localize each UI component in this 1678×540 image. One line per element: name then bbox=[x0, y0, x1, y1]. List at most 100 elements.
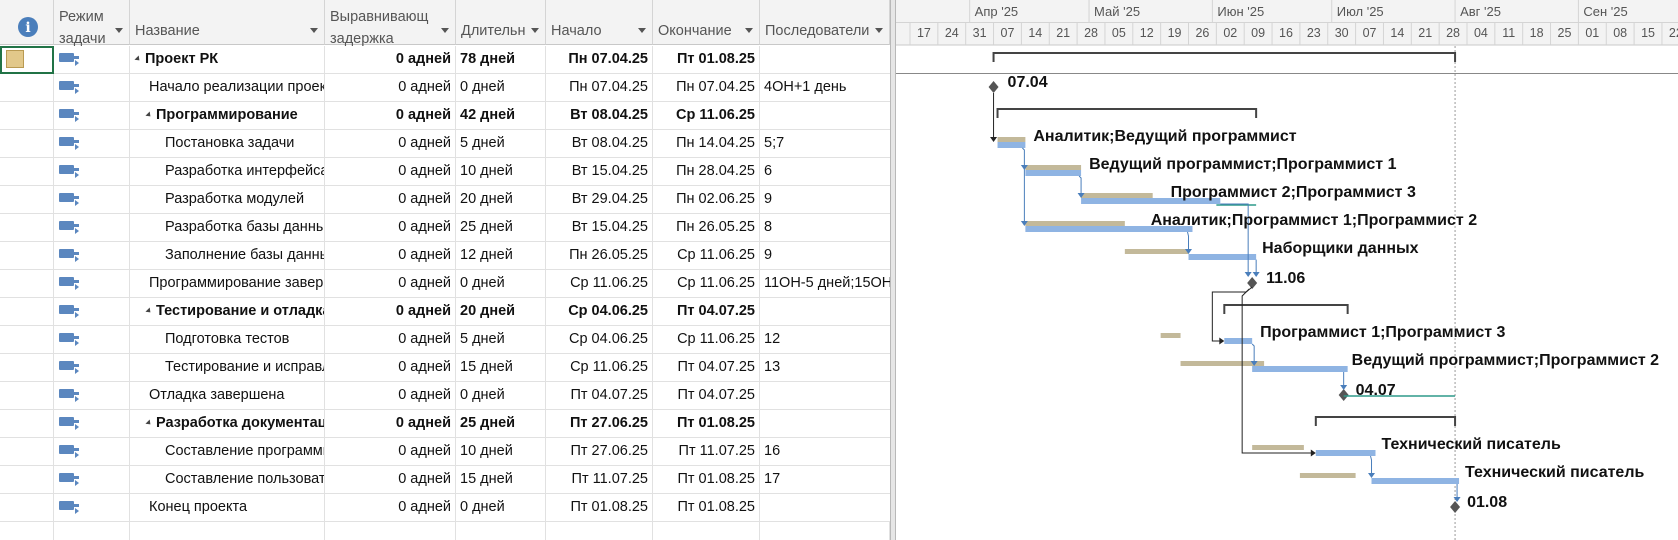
table-row[interactable]: Подготовка тестов 0 адней 5 дней Ср 04.06.2… bbox=[0, 326, 890, 354]
task-duration-cell[interactable]: 78 дней bbox=[456, 46, 546, 74]
task-leveling-cell[interactable]: 0 адней bbox=[325, 466, 456, 494]
task-mode-cell[interactable] bbox=[54, 242, 130, 270]
task-leveling-cell[interactable]: 0 адней bbox=[325, 158, 456, 186]
collapse-triangle-icon[interactable] bbox=[145, 419, 153, 427]
task-duration-cell[interactable]: 10 дней bbox=[456, 158, 546, 186]
task-start-cell[interactable]: Пн 26.05.25 bbox=[546, 242, 653, 270]
task-duration-cell[interactable]: 0 дней bbox=[456, 494, 546, 522]
task-successors-cell[interactable] bbox=[760, 102, 890, 130]
row-indicator-cell[interactable] bbox=[0, 438, 54, 466]
task-name-cell[interactable]: Разработка модулей bbox=[130, 186, 325, 214]
row-indicator-cell[interactable] bbox=[0, 186, 54, 214]
empty-cell[interactable] bbox=[0, 522, 54, 540]
task-successors-cell[interactable] bbox=[760, 46, 890, 74]
task-successors-cell[interactable] bbox=[760, 382, 890, 410]
task-finish-cell[interactable]: Ср 11.06.25 bbox=[653, 326, 760, 354]
task-mode-cell[interactable] bbox=[54, 130, 130, 158]
task-name-cell[interactable]: Начало реализации проекта bbox=[130, 74, 325, 102]
task-start-cell[interactable]: Вт 08.04.25 bbox=[546, 102, 653, 130]
task-start-cell[interactable]: Пн 07.04.25 bbox=[546, 46, 653, 74]
table-row[interactable]: Отладка завершена 0 адней 0 дней Пт 04.07.2… bbox=[0, 382, 890, 410]
task-successors-cell[interactable] bbox=[760, 298, 890, 326]
empty-cell[interactable] bbox=[760, 522, 890, 540]
task-start-cell[interactable]: Пт 01.08.25 bbox=[546, 494, 653, 522]
empty-cell[interactable] bbox=[130, 522, 325, 540]
task-finish-cell[interactable]: Пн 07.04.25 bbox=[653, 74, 760, 102]
task-mode-cell[interactable] bbox=[54, 326, 130, 354]
task-name-cell[interactable]: Тестирование и исправление bbox=[130, 354, 325, 382]
table-row[interactable]: Разработка модулей 0 адней 20 дней Вт 29.04… bbox=[0, 186, 890, 214]
task-duration-cell[interactable]: 0 дней bbox=[456, 382, 546, 410]
task-mode-cell[interactable] bbox=[54, 382, 130, 410]
task-bar[interactable] bbox=[1315, 450, 1376, 456]
task-finish-cell[interactable]: Пт 11.07.25 bbox=[653, 438, 760, 466]
summary-bar[interactable] bbox=[1314, 416, 1457, 426]
leveling-column-header[interactable]: Выравнивающ задержка bbox=[325, 0, 456, 47]
task-mode-cell[interactable] bbox=[54, 102, 130, 130]
task-name-cell[interactable]: Составление пользовательской документаци… bbox=[130, 466, 325, 494]
task-leveling-cell[interactable]: 0 адней bbox=[325, 214, 456, 242]
task-start-cell[interactable]: Пт 27.06.25 bbox=[546, 410, 653, 438]
empty-row[interactable] bbox=[0, 522, 890, 540]
collapse-triangle-icon[interactable] bbox=[134, 55, 142, 63]
task-finish-cell[interactable]: Пн 26.05.25 bbox=[653, 214, 760, 242]
summary-bar[interactable] bbox=[1223, 304, 1349, 314]
chevron-down-icon[interactable] bbox=[531, 28, 539, 33]
table-row[interactable]: Заполнение базы данных 0 адней 12 дней Пн 2… bbox=[0, 242, 890, 270]
row-indicator-cell[interactable] bbox=[0, 298, 54, 326]
collapse-triangle-icon[interactable] bbox=[145, 111, 153, 119]
task-duration-cell[interactable]: 10 дней bbox=[456, 438, 546, 466]
duration-column-header[interactable]: Длительн bbox=[456, 0, 546, 45]
task-successors-cell[interactable] bbox=[760, 410, 890, 438]
task-duration-cell[interactable]: 20 дней bbox=[456, 298, 546, 326]
task-name-cell[interactable]: Разработка документации bbox=[130, 410, 325, 438]
task-name-cell[interactable]: Заполнение базы данных bbox=[130, 242, 325, 270]
task-leveling-cell[interactable]: 0 адней bbox=[325, 494, 456, 522]
row-indicator-cell[interactable] bbox=[0, 270, 54, 298]
chevron-down-icon[interactable] bbox=[638, 28, 646, 33]
finish-column-header[interactable]: Окончание bbox=[653, 0, 760, 45]
row-indicator-cell[interactable] bbox=[0, 130, 54, 158]
empty-cell[interactable] bbox=[456, 522, 546, 540]
task-start-cell[interactable]: Ср 04.06.25 bbox=[546, 298, 653, 326]
empty-cell[interactable] bbox=[54, 522, 130, 540]
task-finish-cell[interactable]: Пт 01.08.25 bbox=[653, 46, 760, 74]
task-successors-cell[interactable]: 17 bbox=[760, 466, 890, 494]
task-leveling-cell[interactable]: 0 адней bbox=[325, 354, 456, 382]
task-name-cell[interactable]: Конец проекта bbox=[130, 494, 325, 522]
task-name-cell[interactable]: Разработка интерфейса bbox=[130, 158, 325, 186]
task-mode-cell[interactable] bbox=[54, 214, 130, 242]
task-start-cell[interactable]: Вт 15.04.25 bbox=[546, 214, 653, 242]
task-name-cell[interactable]: Разработка базы данных bbox=[130, 214, 325, 242]
task-successors-cell[interactable]: 4ОН+1 день bbox=[760, 74, 890, 102]
task-start-cell[interactable]: Вт 08.04.25 bbox=[546, 130, 653, 158]
task-finish-cell[interactable]: Пт 01.08.25 bbox=[653, 466, 760, 494]
task-mode-cell[interactable] bbox=[54, 74, 130, 102]
milestone-diamond[interactable] bbox=[988, 81, 999, 93]
task-finish-cell[interactable]: Ср 11.06.25 bbox=[653, 270, 760, 298]
summary-bar[interactable] bbox=[996, 108, 1258, 118]
task-finish-cell[interactable]: Пт 04.07.25 bbox=[653, 298, 760, 326]
mode-column-header[interactable]: Режим задачи bbox=[54, 0, 130, 47]
task-finish-cell[interactable]: Пн 14.04.25 bbox=[653, 130, 760, 158]
chevron-down-icon[interactable] bbox=[115, 28, 123, 33]
task-leveling-cell[interactable]: 0 адней bbox=[325, 298, 456, 326]
task-name-cell[interactable]: Проект РК bbox=[130, 46, 325, 74]
task-duration-cell[interactable]: 5 дней bbox=[456, 130, 546, 158]
task-name-cell[interactable]: Составление программной документации bbox=[130, 438, 325, 466]
task-bar[interactable] bbox=[1224, 338, 1253, 344]
table-row[interactable]: Составление пользовательской документаци… bbox=[0, 466, 890, 494]
task-leveling-cell[interactable]: 0 адней bbox=[325, 326, 456, 354]
task-finish-cell[interactable]: Пт 01.08.25 bbox=[653, 494, 760, 522]
task-mode-cell[interactable] bbox=[54, 158, 130, 186]
table-row[interactable]: Программирование завершено0 адней0 днейС… bbox=[0, 270, 890, 298]
task-mode-cell[interactable] bbox=[54, 438, 130, 466]
row-indicator-cell[interactable] bbox=[0, 410, 54, 438]
task-mode-cell[interactable] bbox=[54, 186, 130, 214]
task-mode-cell[interactable] bbox=[54, 270, 130, 298]
task-leveling-cell[interactable]: 0 адней bbox=[325, 46, 456, 74]
task-successors-cell[interactable]: 16 bbox=[760, 438, 890, 466]
row-indicator-cell[interactable] bbox=[0, 214, 54, 242]
task-successors-cell[interactable]: 9 bbox=[760, 242, 890, 270]
row-indicator-cell[interactable] bbox=[0, 354, 54, 382]
